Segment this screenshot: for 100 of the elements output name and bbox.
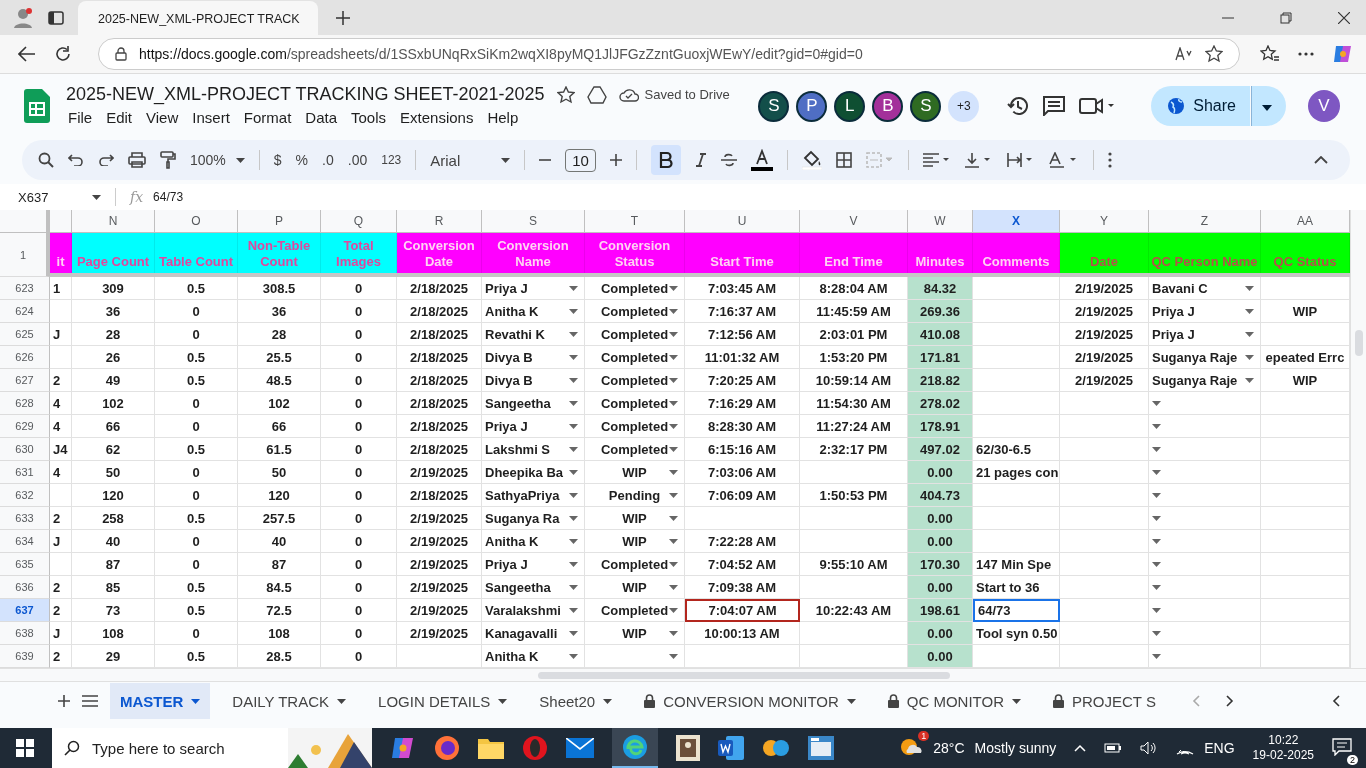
row-number[interactable]: 639 <box>15 650 34 662</box>
increase-decimals-button[interactable]: .00 <box>347 152 368 168</box>
dropdown-arrow-icon[interactable] <box>1152 538 1161 544</box>
collaborator-avatar[interactable]: L <box>834 90 866 122</box>
dropdown-arrow-icon[interactable] <box>569 469 578 475</box>
fill-color-icon[interactable] <box>801 150 822 170</box>
opera-icon[interactable] <box>522 735 548 761</box>
row-number[interactable]: 638 <box>15 627 34 639</box>
column-letter[interactable]: W <box>908 210 973 233</box>
column-letter[interactable]: S <box>482 210 585 233</box>
window-app-icon[interactable] <box>808 736 834 760</box>
dropdown-arrow-icon[interactable] <box>569 308 578 314</box>
history-icon[interactable] <box>1007 95 1030 117</box>
dropdown-arrow-icon[interactable] <box>569 492 578 498</box>
dropdown-arrow-icon[interactable] <box>1152 653 1161 659</box>
paint-format-icon[interactable] <box>160 151 176 169</box>
text-rotation-icon[interactable] <box>1048 152 1079 168</box>
share-options-button[interactable] <box>1251 86 1286 126</box>
zoom-dropdown[interactable]: 100% <box>190 152 245 168</box>
notifications-icon[interactable] <box>1332 737 1352 756</box>
font-dropdown[interactable]: Arial <box>430 151 511 169</box>
favorites-icon[interactable] <box>1260 45 1280 63</box>
clock-time[interactable]: 10:22 <box>1268 733 1299 748</box>
dropdown-arrow-icon[interactable] <box>569 584 578 590</box>
dropdown-arrow-icon[interactable] <box>569 400 578 406</box>
row-number[interactable]: 627 <box>15 374 34 386</box>
undo-icon[interactable] <box>68 154 84 166</box>
row-number[interactable]: 628 <box>15 397 34 409</box>
dropdown-arrow-icon[interactable] <box>1152 400 1161 406</box>
tabs-icon[interactable] <box>48 10 64 25</box>
sheet-tab[interactable]: DAILY TRACK <box>222 683 357 719</box>
more-icon[interactable] <box>1298 52 1314 56</box>
caret-icon[interactable] <box>92 194 101 200</box>
column-letter[interactable]: Y <box>1060 210 1149 233</box>
currency-format-button[interactable]: $ <box>273 152 282 168</box>
reload-icon[interactable] <box>54 45 72 63</box>
dropdown-arrow-icon[interactable] <box>669 424 678 429</box>
row-number[interactable]: 637 <box>15 604 34 616</box>
copilot-icon[interactable] <box>390 735 416 761</box>
menu-item[interactable]: Data <box>303 107 345 128</box>
menu-icon[interactable] <box>82 695 98 707</box>
row-number[interactable]: 624 <box>15 305 34 317</box>
dropdown-arrow-icon[interactable] <box>1152 607 1161 613</box>
share-button[interactable]: Share <box>1151 86 1250 126</box>
column-letter[interactable]: U <box>685 210 800 233</box>
dropdown-arrow-icon[interactable] <box>1245 331 1254 337</box>
dropdown-arrow-icon[interactable] <box>1245 377 1254 383</box>
print-icon[interactable] <box>128 152 146 168</box>
dropdown-arrow-icon[interactable] <box>669 378 678 383</box>
dropdown-arrow-icon[interactable] <box>1152 561 1161 567</box>
dropdown-arrow-icon[interactable] <box>569 354 578 360</box>
collaborator-avatar[interactable]: S <box>758 90 790 122</box>
sheet-tab[interactable]: CONVERSION MONITOR <box>634 683 866 719</box>
dropdown-arrow-icon[interactable] <box>569 630 578 636</box>
dropdown-arrow-icon[interactable] <box>569 377 578 383</box>
sheet-tab[interactable]: PROJECT S <box>1043 683 1166 719</box>
comment-icon[interactable] <box>1043 96 1066 116</box>
vertical-align-icon[interactable] <box>964 152 993 168</box>
number-format-button[interactable]: 123 <box>381 153 402 167</box>
column-letter[interactable]: Z <box>1149 210 1261 233</box>
dropdown-arrow-icon[interactable] <box>569 331 578 337</box>
chevron-right-icon[interactable] <box>1225 695 1234 707</box>
sheets-logo-icon[interactable] <box>24 89 50 123</box>
dropdown-arrow-icon[interactable] <box>569 446 578 452</box>
menu-item[interactable]: File <box>66 107 101 128</box>
dropdown-arrow-icon[interactable] <box>669 516 678 521</box>
scrollbar-thumb[interactable] <box>538 671 950 679</box>
dropdown-arrow-icon[interactable] <box>1245 308 1254 314</box>
star-icon[interactable] <box>1205 45 1223 63</box>
dropdown-arrow-icon[interactable] <box>1245 354 1254 360</box>
dropdown-arrow-icon[interactable] <box>1152 515 1161 521</box>
dropdown-arrow-icon[interactable] <box>569 607 578 613</box>
more-collaborators[interactable]: +3 <box>948 90 980 122</box>
collapse-icon[interactable] <box>1314 156 1328 164</box>
italic-icon[interactable] <box>694 153 707 167</box>
column-letter[interactable]: P <box>238 210 321 233</box>
merge-cells-icon[interactable] <box>865 152 894 168</box>
collaborator-avatar[interactable]: P <box>796 90 828 122</box>
document-app-icon[interactable] <box>676 735 700 761</box>
column-letter[interactable]: T <box>585 210 685 233</box>
sheet-tab[interactable]: QC MONITOR <box>877 683 1031 719</box>
profile-icon[interactable] <box>12 6 34 29</box>
row-number[interactable]: 635 <box>15 558 34 570</box>
dropdown-arrow-icon[interactable] <box>569 538 578 544</box>
language-indicator[interactable]: ENG <box>1204 740 1235 756</box>
collaborator-avatar[interactable]: S <box>910 90 942 122</box>
dropdown-arrow-icon[interactable] <box>1152 630 1161 636</box>
browser-tab[interactable]: 2025-NEW_XML-PROJECT TRACK <box>78 1 318 36</box>
collaborator-avatar[interactable]: B <box>872 90 904 122</box>
row-number[interactable]: 625 <box>15 328 34 340</box>
column-letter[interactable]: O <box>155 210 238 233</box>
battery-icon[interactable] <box>1104 742 1123 754</box>
menu-item[interactable]: Insert <box>190 107 238 128</box>
dropdown-arrow-icon[interactable] <box>669 447 678 452</box>
speaker-icon[interactable] <box>1140 741 1159 755</box>
chevron-left-icon[interactable] <box>1332 695 1340 707</box>
document-title[interactable]: 2025-NEW_XML-PROJECT TRACKING SHEET-2021-2025 <box>66 84 545 105</box>
row-number[interactable]: 623 <box>15 282 34 294</box>
row-number[interactable]: 636 <box>15 581 34 593</box>
windows-icon[interactable] <box>16 739 34 757</box>
